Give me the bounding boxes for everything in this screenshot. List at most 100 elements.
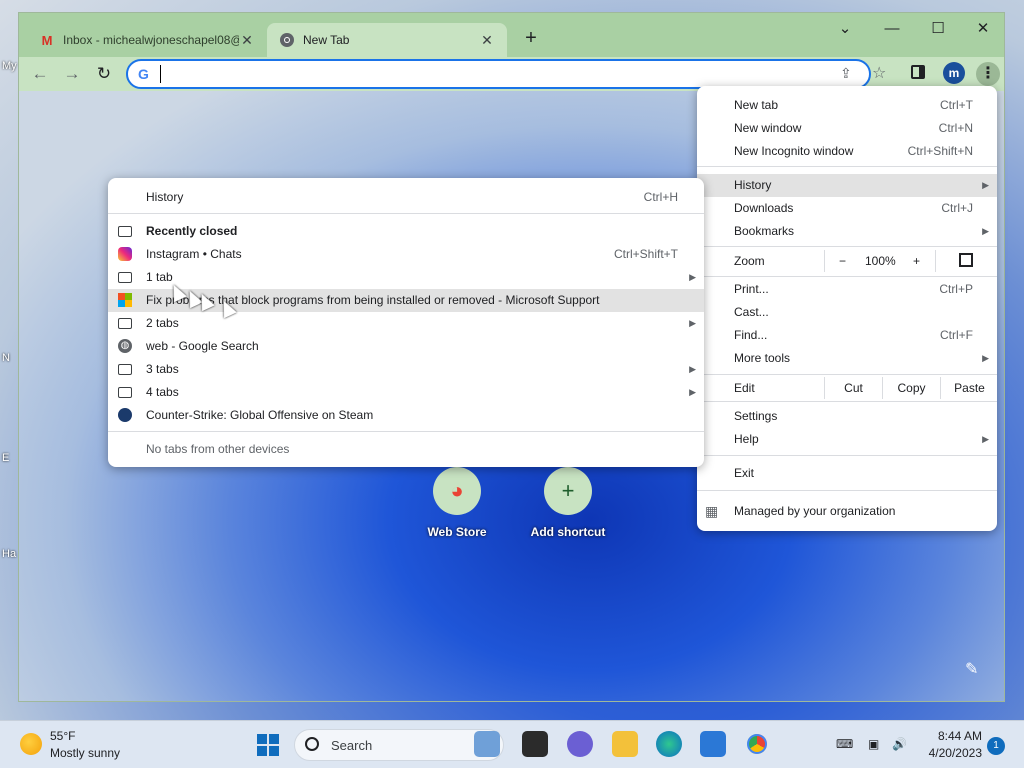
share-icon[interactable]: ⇪ <box>840 65 852 82</box>
no-other-devices: No tabs from other devices <box>108 438 704 461</box>
history-item-3-tabs[interactable]: 3 tabs ▶ <box>108 358 704 381</box>
desktop-icon-label[interactable]: N <box>2 352 10 364</box>
side-panel-icon[interactable] <box>911 65 925 79</box>
menu-item-history[interactable]: History ▶ <box>697 174 997 197</box>
volume-icon[interactable]: 🔊 <box>892 737 907 751</box>
close-icon[interactable]: ✕ <box>239 32 255 49</box>
tab-group-icon <box>118 387 132 398</box>
zoom-control: − 100% + <box>824 250 936 272</box>
tab-inbox[interactable]: M Inbox - michealwjoneschapel08@ ✕ <box>27 23 267 57</box>
history-item-label: 3 tabs <box>146 362 179 376</box>
customize-pencil-icon[interactable]: ✎ <box>965 659 978 679</box>
tab-icon <box>118 226 132 237</box>
microsoft-icon <box>118 293 132 307</box>
maximize-button[interactable]: ☐ <box>915 17 961 41</box>
widgets-icon[interactable] <box>522 731 548 757</box>
tab-new-tab[interactable]: New Tab ✕ <box>267 23 507 57</box>
zoom-out-button[interactable]: − <box>839 254 846 268</box>
weather-temperature[interactable]: 55°F <box>50 729 75 743</box>
submenu-arrow-icon: ▶ <box>689 272 696 282</box>
history-item-4-tabs[interactable]: 4 tabs ▶ <box>108 381 704 404</box>
menu-shortcut: Ctrl+J <box>941 201 973 215</box>
menu-item-settings[interactable]: Settings <box>697 405 997 428</box>
close-icon[interactable]: ✕ <box>479 32 495 49</box>
menu-item-more-tools[interactable]: More tools ▶ <box>697 347 997 370</box>
back-button[interactable]: ← <box>27 61 53 87</box>
shortcut-web-store[interactable]: ◕ Web Store <box>412 467 502 539</box>
menu-item-new-tab[interactable]: New tab Ctrl+T <box>697 94 997 117</box>
keyboard-icon[interactable]: ⌨ <box>836 737 853 751</box>
search-label: Search <box>331 738 373 753</box>
menu-item-new-window[interactable]: New window Ctrl+N <box>697 117 997 140</box>
history-item-2-tabs[interactable]: 2 tabs ▶ <box>108 312 704 335</box>
menu-item-new-incognito[interactable]: New Incognito window Ctrl+Shift+N <box>697 140 997 163</box>
weather-sun-icon[interactable] <box>20 733 42 755</box>
history-item-label: 1 tab <box>146 270 173 284</box>
menu-item-bookmarks[interactable]: Bookmarks ▶ <box>697 220 997 243</box>
profile-avatar[interactable]: m <box>943 62 965 84</box>
menu-shortcut: Ctrl+Shift+T <box>613 247 678 261</box>
gmail-icon: M <box>41 32 53 48</box>
history-item-google-search[interactable]: ◍ web - Google Search <box>108 335 704 358</box>
recently-closed-label: Recently closed <box>146 224 238 238</box>
history-item-1-tab[interactable]: 1 tab ▶ <box>108 266 704 289</box>
minimize-button[interactable]: — <box>869 17 915 41</box>
tab-strip: M Inbox - michealwjoneschapel08@ ✕ New T… <box>19 13 1004 57</box>
menu-item-print[interactable]: Print... Ctrl+P <box>697 278 997 301</box>
menu-item-help[interactable]: Help ▶ <box>697 428 997 451</box>
shortcut-add[interactable]: + Add shortcut <box>523 467 613 539</box>
copy-button[interactable]: Copy <box>882 377 940 399</box>
history-item-steam[interactable]: Counter-Strike: Global Offensive on Stea… <box>108 404 704 427</box>
menu-item-label: Downloads <box>734 201 794 215</box>
close-window-button[interactable]: ✕ <box>960 17 1004 41</box>
menu-divider <box>697 401 997 402</box>
clock-time[interactable]: 8:44 AM <box>932 729 982 743</box>
bookmark-star-icon[interactable]: ☆ <box>872 63 886 83</box>
menu-item-label: Settings <box>734 409 778 423</box>
tab-search-button[interactable]: ⌄ <box>822 17 868 41</box>
notification-badge[interactable]: 1 <box>987 737 1005 755</box>
menu-divider <box>108 431 704 432</box>
history-item-instagram[interactable]: Instagram • Chats Ctrl+Shift+T <box>108 243 704 266</box>
history-header-item[interactable]: History Ctrl+H <box>108 186 704 209</box>
chat-icon[interactable] <box>567 731 593 757</box>
menu-item-label: Cast... <box>734 305 769 319</box>
windows-start-icon[interactable] <box>257 734 279 756</box>
edge-icon[interactable] <box>656 731 682 757</box>
menu-item-exit[interactable]: Exit <box>697 462 997 485</box>
task-view-icon[interactable] <box>474 731 500 757</box>
address-input[interactable] <box>160 65 800 83</box>
chrome-taskbar-icon[interactable] <box>744 731 770 757</box>
menu-item-label: Help <box>734 432 759 446</box>
zoom-in-button[interactable]: + <box>913 254 920 268</box>
paste-button[interactable]: Paste <box>940 377 998 399</box>
clock-date[interactable]: 4/20/2023 <box>920 746 982 760</box>
desktop-icon-label[interactable]: Ha <box>2 548 16 560</box>
menu-item-label: History <box>734 178 772 192</box>
submenu-arrow-icon: ▶ <box>982 226 989 236</box>
menu-item-downloads[interactable]: Downloads Ctrl+J <box>697 197 997 220</box>
menu-divider <box>697 246 997 247</box>
menu-item-cast[interactable]: Cast... <box>697 301 997 324</box>
desktop-icon-label[interactable]: E <box>2 452 9 464</box>
network-icon[interactable]: ▣ <box>868 737 879 751</box>
menu-item-label: Find... <box>734 328 768 342</box>
microsoft-store-icon[interactable] <box>700 731 726 757</box>
menu-item-find[interactable]: Find... Ctrl+F <box>697 324 997 347</box>
forward-button[interactable]: → <box>59 61 85 87</box>
file-explorer-icon[interactable] <box>612 731 638 757</box>
managed-by-org[interactable]: ▦ Managed by your organization <box>697 500 997 522</box>
shortcut-label: Add shortcut <box>530 525 606 539</box>
history-item-label: Instagram • Chats <box>146 247 242 261</box>
reload-button[interactable]: ↻ <box>91 61 117 87</box>
chrome-menu-button[interactable]: ⋮ <box>976 62 1000 86</box>
menu-item-label: New tab <box>734 98 779 112</box>
desktop-icon-label[interactable]: My <box>2 60 17 72</box>
cut-button[interactable]: Cut <box>824 377 882 399</box>
weather-description[interactable]: Mostly sunny <box>50 746 120 760</box>
building-icon: ▦ <box>705 503 719 519</box>
fullscreen-icon[interactable] <box>959 253 973 267</box>
taskbar-search[interactable]: Search <box>294 729 504 761</box>
omnibox[interactable]: G ⇪ ☆ <box>126 59 886 89</box>
new-tab-button[interactable]: + <box>519 27 543 51</box>
